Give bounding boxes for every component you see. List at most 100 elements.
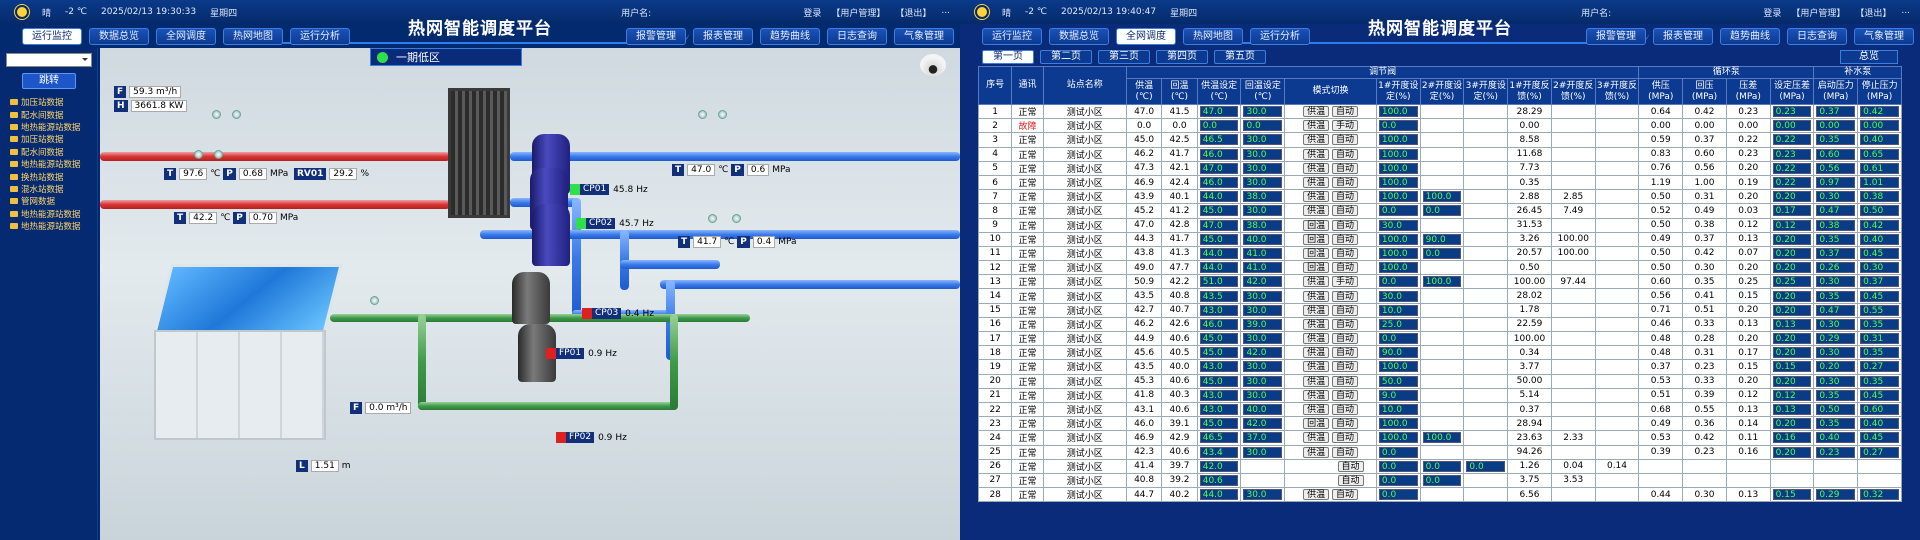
setpoint-field[interactable]: 0.0 — [1422, 474, 1462, 486]
auto-manual-button[interactable]: 自动 — [1337, 460, 1364, 472]
setpoint-field[interactable]: 42.0 — [1243, 347, 1283, 359]
table-cell[interactable] — [1240, 472, 1286, 489]
setpoint-field[interactable]: 30.0 — [1243, 333, 1283, 345]
table-cell[interactable] — [1463, 430, 1509, 446]
table-cell[interactable] — [1240, 458, 1286, 474]
table-cell[interactable]: 0.22 — [1769, 174, 1815, 191]
table-cell[interactable]: 0.40 — [1857, 416, 1902, 432]
pump-label-cp01[interactable]: CP01 45.8 Hz — [570, 184, 648, 195]
table-cell[interactable] — [1463, 231, 1509, 247]
table-cell[interactable]: 0.47 — [1813, 302, 1859, 318]
setpoint-field[interactable]: 44.0 — [1199, 247, 1239, 259]
table-cell[interactable]: 0.31 — [1857, 330, 1902, 347]
tab-page-2[interactable]: 第二页 — [1040, 50, 1092, 64]
setpoint-field[interactable]: 100.0 — [1378, 134, 1418, 146]
setpoint-field[interactable]: 44.0 — [1199, 191, 1239, 203]
setpoint-field[interactable]: 0.15 — [1772, 489, 1812, 501]
setpoint-field[interactable]: 0.20 — [1772, 446, 1812, 458]
mode-button[interactable]: 供温 — [1303, 276, 1330, 288]
setpoint-field[interactable]: 0.27 — [1860, 446, 1899, 458]
setpoint-field[interactable]: 45.0 — [1199, 375, 1239, 387]
setpoint-field[interactable]: 10.0 — [1378, 304, 1418, 316]
mode-button[interactable]: 回温 — [1303, 262, 1330, 274]
table-cell[interactable] — [1463, 330, 1509, 347]
setpoint-field[interactable]: 10.0 — [1378, 404, 1418, 416]
nav-weather[interactable]: 气象管理 — [1854, 28, 1914, 45]
table-cell[interactable] — [1769, 458, 1815, 474]
table-cell[interactable]: 30.0 — [1240, 444, 1286, 460]
setpoint-field[interactable]: 25.0 — [1378, 318, 1418, 330]
table-cell[interactable]: 100.0 — [1419, 189, 1465, 205]
table-cell[interactable] — [1419, 260, 1465, 276]
table-cell[interactable]: 回温 自动 — [1284, 260, 1377, 276]
table-cell[interactable]: 0.55 — [1857, 302, 1902, 318]
table-cell[interactable]: 47.0 — [1196, 103, 1242, 120]
nav-alarm[interactable]: 报警管理 — [1586, 28, 1646, 45]
table-cell[interactable]: 0.97 — [1813, 174, 1859, 191]
setpoint-field[interactable]: 43.5 — [1199, 290, 1239, 302]
setpoint-field[interactable]: 0.20 — [1772, 191, 1812, 203]
setpoint-field[interactable]: 0.47 — [1816, 205, 1856, 217]
setpoint-field[interactable]: 0.45 — [1860, 389, 1899, 401]
table-cell[interactable] — [1419, 316, 1465, 333]
setpoint-field[interactable]: 44.0 — [1199, 489, 1239, 501]
table-cell[interactable]: 0.35 — [1857, 316, 1902, 333]
table-cell[interactable] — [1463, 103, 1509, 120]
table-cell[interactable] — [1769, 472, 1815, 489]
table-cell[interactable]: 39.0 — [1240, 316, 1286, 333]
nav-data-overview[interactable]: 数据总览 — [1049, 28, 1109, 45]
table-cell[interactable]: 42.0 — [1240, 274, 1286, 290]
table-cell[interactable]: 40.0 — [1240, 401, 1286, 418]
tab-page-3[interactable]: 第三页 — [1098, 50, 1150, 64]
table-cell[interactable]: 46.5 — [1196, 132, 1242, 148]
table-cell[interactable] — [1419, 217, 1465, 233]
pump-label-fp01[interactable]: FP01 0.9 Hz — [546, 348, 617, 359]
setpoint-field[interactable]: 30.0 — [1243, 148, 1283, 160]
pump-label-cp02[interactable]: CP02 45.7 Hz — [576, 218, 654, 229]
setpoint-field[interactable]: 30.0 — [1243, 177, 1283, 189]
setpoint-field[interactable]: 40.0 — [1243, 233, 1283, 245]
setpoint-field[interactable]: 0.35 — [1816, 389, 1856, 401]
table-cell[interactable]: 0.0 — [1419, 458, 1465, 474]
table-cell[interactable] — [1419, 103, 1465, 120]
setpoint-field[interactable]: 0.35 — [1816, 418, 1856, 430]
setpoint-field[interactable]: 0.0 — [1378, 276, 1418, 288]
setpoint-field[interactable]: 0.37 — [1816, 106, 1856, 118]
table-cell[interactable]: 30.0 — [1240, 174, 1286, 191]
table-cell[interactable]: 0.37 — [1857, 274, 1902, 290]
table-cell[interactable] — [1463, 401, 1509, 418]
setpoint-field[interactable]: 45.0 — [1199, 205, 1239, 217]
table-cell[interactable]: 0.20 — [1769, 260, 1815, 276]
setpoint-field[interactable]: 0.37 — [1816, 247, 1856, 259]
table-cell[interactable]: 43.4 — [1196, 444, 1242, 460]
table-cell[interactable]: 30.0 — [1240, 387, 1286, 403]
table-cell[interactable]: 0.30 — [1813, 345, 1859, 361]
nav-trend[interactable]: 趋势曲线 — [760, 28, 820, 45]
table-cell[interactable]: 0.50 — [1813, 401, 1859, 418]
table-cell[interactable] — [1419, 146, 1465, 162]
setpoint-field[interactable]: 0.56 — [1816, 162, 1856, 174]
setpoint-field[interactable]: 0.30 — [1816, 191, 1856, 203]
setpoint-field[interactable]: 9.0 — [1378, 389, 1418, 401]
setpoint-field[interactable]: 0.30 — [1816, 347, 1856, 359]
setpoint-field[interactable]: 100.0 — [1378, 418, 1418, 430]
table-cell[interactable]: 供温 自动 — [1284, 174, 1377, 191]
table-cell[interactable]: 0.45 — [1857, 387, 1902, 403]
table-cell[interactable]: 供温 自动 — [1284, 302, 1377, 318]
setpoint-field[interactable]: 30.0 — [1243, 304, 1283, 316]
table-cell[interactable]: 43.0 — [1196, 387, 1242, 403]
tree-item[interactable]: 地热能源站数据 — [10, 220, 98, 232]
table-cell[interactable]: 0.20 — [1769, 373, 1815, 389]
table-cell[interactable]: 0.23 — [1769, 103, 1815, 120]
setpoint-field[interactable]: 0.20 — [1772, 375, 1812, 387]
setpoint-field[interactable]: 42.0 — [1199, 460, 1239, 472]
table-cell[interactable]: 供温 自动 — [1284, 132, 1377, 148]
table-cell[interactable] — [1463, 359, 1509, 375]
table-cell[interactable]: 0.0 — [1240, 118, 1286, 134]
setpoint-field[interactable]: 0.55 — [1860, 304, 1899, 316]
setpoint-field[interactable]: 0.35 — [1860, 318, 1899, 330]
mode-button[interactable]: 供温 — [1303, 148, 1330, 160]
setpoint-field[interactable]: 0.00 — [1816, 120, 1856, 132]
auto-manual-button[interactable]: 自动 — [1331, 162, 1358, 174]
auto-manual-button[interactable]: 自动 — [1331, 404, 1358, 416]
